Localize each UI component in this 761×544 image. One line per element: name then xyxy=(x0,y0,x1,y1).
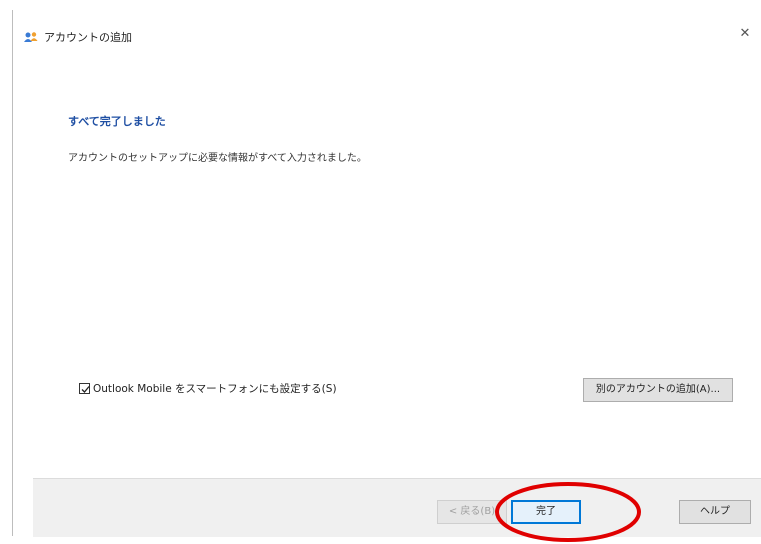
completion-message: アカウントのセットアップに必要な情報がすべて入力されました。 xyxy=(68,153,367,164)
window-title: アカウントの追加 xyxy=(44,31,132,44)
close-icon: ✕ xyxy=(739,26,751,41)
add-another-account-button[interactable]: 別のアカウントの追加(A)... xyxy=(583,378,733,402)
outlook-mobile-option[interactable]: Outlook Mobile をスマートフォンにも設定する(S) xyxy=(79,380,337,396)
outlook-mobile-checkbox[interactable] xyxy=(79,382,90,394)
add-account-dialog: アカウントの追加 ✕ すべて完了しました アカウントのセットアップに必要な情報が… xyxy=(12,10,761,542)
outlook-mobile-label[interactable]: Outlook Mobile をスマートフォンにも設定する(S) xyxy=(93,381,337,396)
help-button[interactable]: ヘルプ xyxy=(679,500,751,524)
title-bar: アカウントの追加 ✕ xyxy=(13,10,761,56)
completion-heading: すべて完了しました xyxy=(68,115,166,128)
account-add-icon xyxy=(24,28,38,42)
dialog-footer xyxy=(33,478,761,537)
close-button[interactable]: ✕ xyxy=(730,20,760,48)
back-button[interactable]: < 戻る(B) xyxy=(437,500,507,524)
finish-button[interactable]: 完了 xyxy=(511,500,581,524)
checkmark-icon xyxy=(81,385,90,393)
